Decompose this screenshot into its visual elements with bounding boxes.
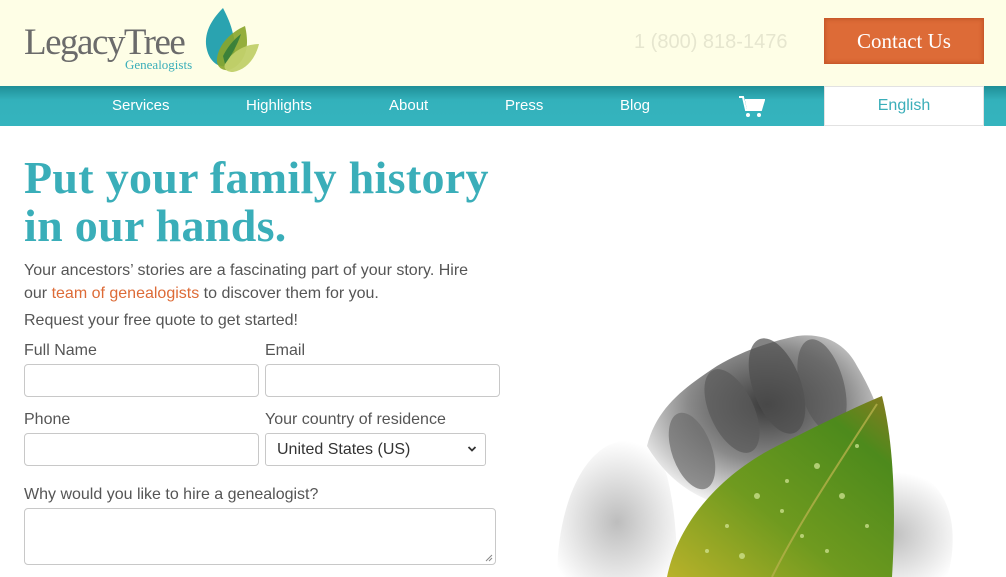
contact-us-button[interactable]: Contact Us [824,18,984,64]
email-input[interactable] [265,364,500,397]
title-line-1: Put your family history [24,152,489,203]
country-label: Your country of residence [265,411,446,428]
full-name-label: Full Name [24,342,97,359]
logo-subtitle: Genealogists [125,57,193,72]
nav-item-services[interactable]: Services [112,86,170,126]
phone-label: Phone [24,411,71,428]
full-name-input[interactable] [24,364,259,397]
quote-prompt: Request your free quote to get started! [24,312,298,329]
logo[interactable]: LegacyTree Genealogists [24,8,264,76]
nav-item-blog[interactable]: Blog [620,86,650,126]
intro-text-end: to discover them for you. [199,285,379,302]
email-label: Email [265,342,306,359]
phone-number[interactable]: 1 (800) 818-1476 [634,30,787,54]
country-select[interactable]: United States (US) [265,433,486,466]
chevron-down-icon [467,446,477,452]
leaf-logo-icon [205,8,259,72]
hero-image [527,296,977,577]
hands-holding-leaf-illustration [557,335,953,577]
country-selected-value: United States (US) [277,440,411,458]
resize-handle-icon[interactable] [485,554,493,562]
intro-paragraph: Your ancestors’ stories are a fascinatin… [24,259,494,305]
nav-item-press[interactable]: Press [505,86,543,126]
reason-label: Why would you like to hire a genealogist… [24,486,319,503]
reason-textarea[interactable] [24,508,496,565]
phone-input[interactable] [24,433,259,466]
nav-item-highlights[interactable]: Highlights [246,86,312,126]
page-title: Put your family history in our hands. [24,154,514,250]
shopping-cart-icon[interactable] [739,96,765,118]
site-header: LegacyTree Genealogists 1 (800) 818-1476… [0,0,1006,86]
language-selector[interactable]: English [824,86,984,126]
title-line-2: in our hands. [24,200,287,251]
nav-item-about[interactable]: About [389,86,428,126]
team-of-genealogists-link[interactable]: team of genealogists [52,285,200,302]
main-nav: Services Highlights About Press Blog Eng… [0,86,1006,126]
